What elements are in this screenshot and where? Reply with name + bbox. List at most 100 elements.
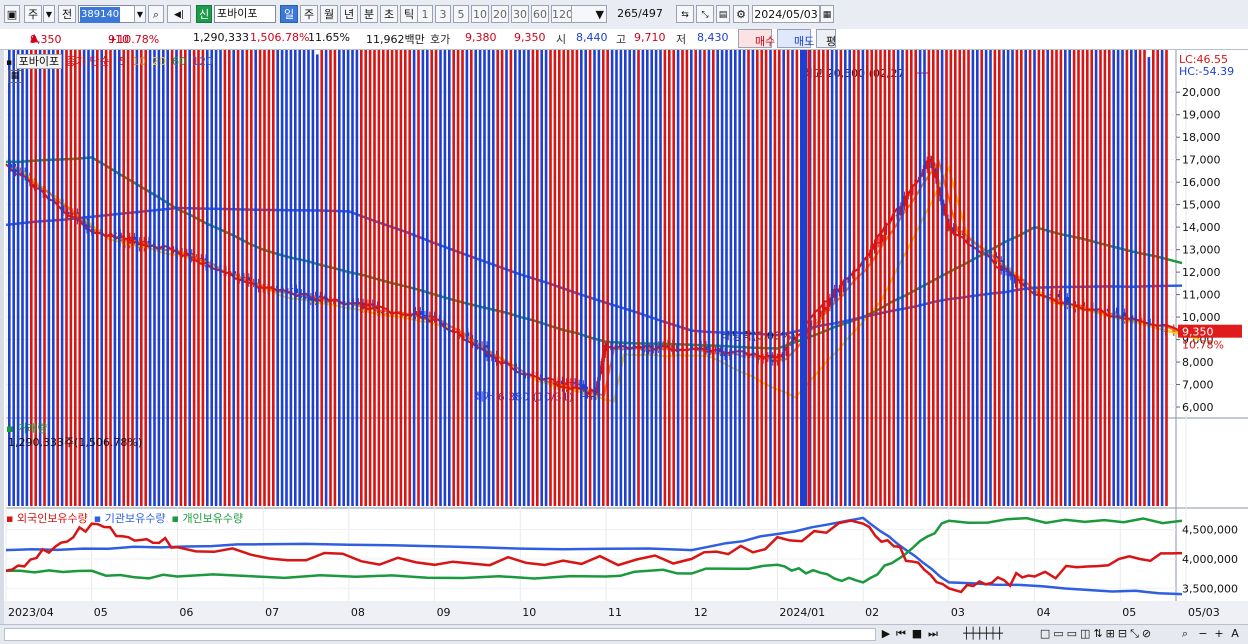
- volume-bar: [588, 50, 592, 507]
- code-input[interactable]: 389140: [78, 5, 136, 23]
- period-tab-3[interactable]: 년: [340, 5, 358, 23]
- badge-label: 신: [198, 8, 210, 21]
- interval-tab-3[interactable]: 10: [471, 5, 489, 23]
- scroll-right-icon[interactable]: ▶: [880, 627, 892, 641]
- quote-bar: 9,350 ▲ 910 +10.78% 1,290,333 1,506.78% …: [0, 29, 1248, 50]
- grid-icon[interactable]: ▦: [8, 70, 22, 83]
- volume-bar: [338, 50, 341, 506]
- volume-bar: [866, 50, 869, 506]
- all-select[interactable]: 전: [58, 5, 76, 23]
- x-tick-label: 09: [437, 606, 451, 619]
- date-input[interactable]: 2024/05/03: [752, 5, 820, 23]
- price-tick-label: 7,000: [1182, 379, 1214, 392]
- volume-bar: [1020, 50, 1023, 506]
- save-icon[interactable]: ▤: [716, 5, 730, 23]
- window-icon[interactable]: ▣: [4, 5, 20, 23]
- volume-bar: [518, 50, 521, 507]
- volume-bar: [654, 50, 658, 507]
- sell-button[interactable]: 매도: [777, 29, 814, 48]
- holdings-legend-0: ▪ 외국인보유수량: [6, 512, 88, 525]
- volume-bar: [610, 50, 614, 506]
- volume-bar: [597, 50, 601, 507]
- period-tab-1[interactable]: 주: [300, 5, 318, 23]
- interval-tab-0[interactable]: 1: [417, 5, 433, 23]
- last-icon[interactable]: ⏭: [926, 627, 940, 641]
- font-size-icon[interactable]: A: [1228, 627, 1242, 641]
- volume-bar: [707, 50, 711, 506]
- volume-bar: [448, 50, 451, 506]
- x-tick-label: 04: [1037, 606, 1051, 619]
- drawing-tools-icons[interactable]: □▭▭◫⇅⊞⊟⤡⊘: [1022, 627, 1172, 641]
- ask2-value: 9,350: [514, 31, 546, 44]
- low-value: 8,430: [697, 31, 729, 44]
- scrollbar-track[interactable]: [4, 628, 876, 641]
- interval-tab-4[interactable]: 20: [491, 5, 509, 23]
- volume-bar: [1024, 50, 1027, 506]
- chart-panel[interactable]: 2023/04 05 06 07 08 09 10 11 12 2024/01 02 03 04 05 05…: [4, 50, 1248, 630]
- volume-bar: [298, 50, 301, 506]
- volume-bar: [434, 50, 438, 506]
- interval-tab-2[interactable]: 5: [453, 5, 469, 23]
- legend-square-icon: ▪: [6, 58, 13, 68]
- toggle-icon[interactable]: ⇆: [676, 5, 694, 23]
- volume-bar: [888, 50, 891, 506]
- volume-bar: [329, 50, 332, 506]
- volume-bar: [1125, 50, 1129, 507]
- interval-custom-select[interactable]: ▼: [571, 5, 607, 23]
- volume-bar: [536, 50, 539, 506]
- buy-label: 매수: [755, 35, 776, 48]
- stop-icon[interactable]: ■: [910, 627, 924, 641]
- chart-svg[interactable]: 2023/04 05 06 07 08 09 10 11 12 2024/01 02 03 04 05 05…: [4, 50, 1248, 624]
- holdings-tick-label: 4,500,000: [1182, 524, 1238, 537]
- price-tick-label: 15,000: [1182, 199, 1221, 212]
- buy-button[interactable]: 매수: [738, 29, 776, 48]
- period-tab-0[interactable]: 일: [280, 5, 298, 23]
- calendar-icon[interactable]: ▦: [820, 5, 834, 23]
- speaker-icon[interactable]: ◀|: [167, 5, 191, 23]
- interval-tab-5[interactable]: 30: [511, 5, 529, 23]
- market-select[interactable]: 주: [24, 5, 42, 23]
- volume-bar: [1064, 50, 1067, 506]
- zoom-icon[interactable]: ⌕: [1178, 627, 1192, 641]
- total-value: /497: [638, 7, 663, 20]
- ask-label: 호가: [430, 33, 451, 46]
- x-tick-label: 2024/01: [779, 606, 825, 619]
- volume-bar: [206, 50, 209, 506]
- search-icon[interactable]: ⌕: [148, 5, 164, 23]
- plus-icon[interactable]: +: [1212, 627, 1226, 641]
- price-legend-name: 포바이포: [15, 54, 63, 69]
- zoom-slider[interactable]: ┼┼┼┼┼┼: [948, 627, 1018, 641]
- volume-bar: [263, 50, 266, 506]
- volume-bar: [439, 50, 442, 507]
- period-tab-2[interactable]: 월: [320, 5, 338, 23]
- volume-bar: [734, 50, 737, 506]
- code-dropdown-icon[interactable]: ▼: [134, 5, 146, 23]
- eval-button[interactable]: 평: [816, 29, 836, 48]
- interval-tab-6[interactable]: 60: [531, 5, 549, 23]
- volume-bar: [430, 50, 433, 507]
- interval-tab-1[interactable]: 3: [435, 5, 451, 23]
- volume-bar: [962, 50, 966, 506]
- amount-value: 11,962백만: [366, 33, 425, 46]
- minus-icon[interactable]: −: [1196, 627, 1210, 641]
- open-label: 시: [556, 33, 567, 46]
- period-tab-4[interactable]: 분: [360, 5, 378, 23]
- volume-bar: [360, 50, 363, 506]
- first-icon[interactable]: ⏮: [894, 627, 908, 641]
- period-tab-6[interactable]: 틱: [400, 5, 418, 23]
- chevron-down-icon[interactable]: ▼: [43, 5, 55, 23]
- interval-tab-7[interactable]: 120: [551, 5, 573, 23]
- price-text: 9,350 ▲: [30, 31, 62, 46]
- volume-bar: [386, 50, 389, 506]
- volume-bar: [1121, 50, 1124, 507]
- volume-bar: [566, 50, 570, 506]
- period-tab-5[interactable]: 초: [380, 5, 398, 23]
- holdings-tick-label: 4,000,000: [1182, 553, 1238, 566]
- crosshair-icon[interactable]: ⤡: [696, 5, 714, 23]
- volume-bar: [764, 50, 768, 506]
- gear-icon[interactable]: ⚙: [733, 5, 749, 23]
- volume-bar: [166, 50, 169, 506]
- volume-bar: [879, 50, 882, 506]
- volume-bar: [412, 50, 416, 506]
- volume-bar: [302, 50, 306, 506]
